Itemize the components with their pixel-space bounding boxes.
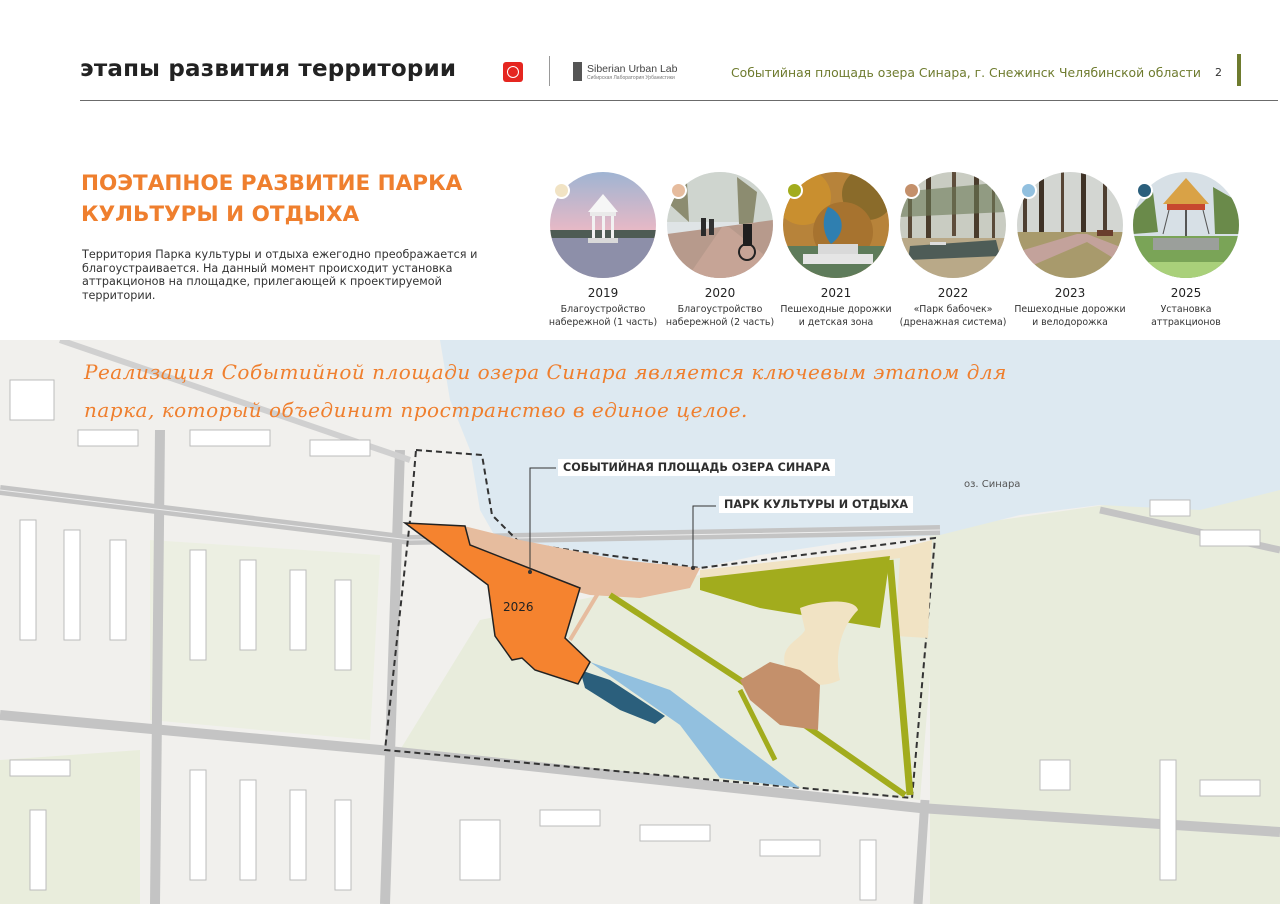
page-accent-bar	[1237, 54, 1241, 86]
stage-desc-line1: Пешеходные дорожки	[1014, 304, 1126, 315]
section-title: ПОЭТАПНОЕ РАЗВИТИЕ ПАРКА КУЛЬТУРЫ И ОТДЫ…	[81, 168, 462, 230]
callout-event-square: СОБЫТИЙНАЯ ПЛОЩАДЬ ОЗЕРА СИНАРА	[558, 459, 836, 476]
script-line-1: Реализация Событийной площади озера Сина…	[84, 360, 1007, 384]
page-number: 2	[1215, 66, 1222, 79]
page-title: этапы развития территории	[80, 56, 457, 82]
section-title-line2: КУЛЬТУРЫ И ОТДЫХА	[81, 202, 360, 227]
stage-2019: 2019 Благоустройство набережной (1 часть)	[549, 172, 657, 332]
stage-color-dot	[1136, 182, 1153, 199]
site-map: Реализация Событийной площади озера Сина…	[0, 337, 1280, 905]
page-header: этапы развития территории Siberian Urban…	[0, 0, 1280, 102]
map-drawing	[0, 337, 1280, 905]
stage-color-dot	[553, 182, 570, 199]
stage-desc-line1: Благоустройство	[677, 304, 763, 315]
stage-desc-line2: набережной (2 часть)	[665, 317, 775, 328]
lab-logo-name: Siberian Urban Lab	[587, 63, 678, 75]
stage-color-dot	[903, 182, 920, 199]
stage-desc-line2: аттракционов	[1151, 317, 1221, 328]
city-emblem-icon	[503, 62, 523, 82]
stage-year: 2019	[587, 286, 619, 300]
logo-divider	[549, 56, 550, 86]
lab-logo-subtitle: Сибирская Лаборатория Урбанистики	[587, 75, 675, 81]
lab-logo-icon	[573, 62, 582, 81]
lake-label: оз. Синара	[964, 479, 1021, 490]
stage-color-dot	[1020, 182, 1037, 199]
stage-desc-line1: Благоустройство	[560, 304, 646, 315]
stage-year: 2021	[820, 286, 852, 300]
stage-color-dot	[786, 182, 803, 199]
zone-year-label: 2026	[503, 600, 534, 614]
stage-year: 2025	[1170, 286, 1202, 300]
stage-year: 2023	[1054, 286, 1086, 300]
stage-year: 2022	[937, 286, 969, 300]
stage-2023: 2023 Пешеходные дорожки и велодорожка	[1014, 172, 1126, 332]
stages-timeline: 2019 Благоустройство набережной (1 часть)…	[549, 172, 1249, 332]
stage-2021: 2021 Пешеходные дорожки и детская зона	[780, 172, 892, 332]
stage-color-dot	[670, 182, 687, 199]
intro-paragraph: Территория Парка культуры и отдыха ежего…	[82, 248, 478, 302]
header-divider	[80, 100, 1278, 101]
stage-desc-line2: и велодорожка	[1032, 317, 1108, 328]
stage-description: Установка аттракционов	[1116, 303, 1256, 329]
stage-desc-line1: «Парк бабочек»	[913, 304, 993, 315]
script-line-2: парка, который объединит пространство в …	[84, 398, 748, 422]
stage-year: 2020	[704, 286, 736, 300]
stage-desc-line2: (дренажная система)	[899, 317, 1007, 328]
stage-2020: 2020 Благоустройство набережной (2 часть)	[666, 172, 774, 332]
section-title-line1: ПОЭТАПНОЕ РАЗВИТИЕ ПАРКА	[81, 171, 463, 196]
stage-desc-line1: Пешеходные дорожки	[780, 304, 892, 315]
callout-culture-park: ПАРК КУЛЬТУРЫ И ОТДЫХА	[719, 496, 914, 513]
stage-desc-line2: и детская зона	[798, 317, 874, 328]
stage-2022: 2022 «Парк бабочек» (дренажная система)	[899, 172, 1007, 332]
project-title: Событийная площадь озера Синара, г. Снеж…	[731, 65, 1201, 80]
stage-desc-line2: набережной (1 часть)	[548, 317, 658, 328]
stage-desc-line1: Установка	[1160, 304, 1212, 315]
stage-2025: 2025 Установка аттракционов	[1132, 172, 1240, 332]
